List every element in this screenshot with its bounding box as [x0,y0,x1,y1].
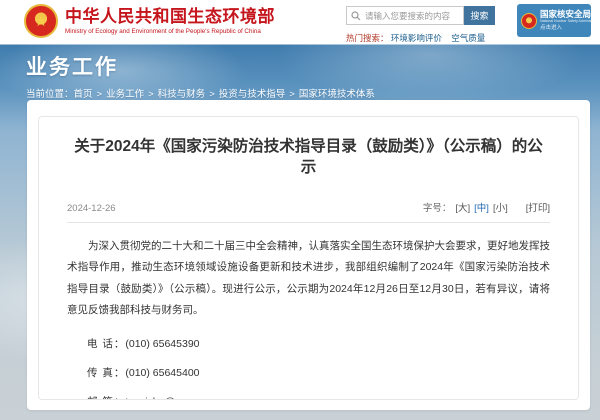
phone-value: (010) 65645390 [125,338,199,350]
breadcrumb-item-business[interactable]: 业务工作 [106,89,144,100]
font-size-tools: 字号：[大] [中] [小] [打印] [419,200,550,214]
article-meta-row: 2024-12-26 字号：[大] [中] [小] [打印] [67,200,550,223]
search-group: 搜索 热门搜索： 环境影响评价 空气质量 [346,6,496,44]
site-header: ★ 中华人民共和国生态环境部 Ministry of Ecology and E… [0,0,600,44]
breadcrumb-separator: > [209,89,215,100]
article-box: 关于2024年《国家污染防治技术指导目录（鼓励类）》（公示稿）的公示 2024-… [38,116,579,400]
contact-list: 电 话：(010) 65645390 传 真：(010) 65645400 邮 … [87,336,550,400]
breadcrumb-item-investment-guidance[interactable]: 投资与技术指导 [219,89,286,100]
nnsa-enter-label: 点击进入 [540,25,600,31]
national-emblem-icon: ★ [24,4,58,38]
search-icon [351,11,361,21]
breadcrumb-separator: > [289,89,295,100]
ministry-name-en: Ministry of Ecology and Environment of t… [65,28,271,35]
email-value: touzichu@mee.gov.cn [125,396,228,400]
phone-line: 电 话：(010) 65645390 [87,336,550,351]
email-label: 邮 箱： [87,396,125,400]
article-title: 关于2024年《国家污染防治技术指导目录（鼓励类）》（公示稿）的公示 [67,137,550,179]
print-button[interactable]: [打印] [526,203,550,214]
hot-search-label: 热门搜索： [346,33,389,43]
breadcrumb-separator: > [97,89,103,100]
content-card: 关于2024年《国家污染防治技术指导目录（鼓励类）》（公示稿）的公示 2024-… [27,100,590,410]
article-body: 为深入贯彻党的二十大和二十届三中全会精神，认真落实全国生态环境保护大会要求，更好… [67,236,550,322]
breadcrumb-item-tech-system[interactable]: 国家环境技术体系 [299,89,375,100]
hot-search-link-air[interactable]: 空气质量 [451,33,485,43]
search-button[interactable]: 搜索 [464,6,495,25]
nnsa-badge-link[interactable]: ★ 国家核安全局 National Nuclear Safety Adminis… [517,4,591,37]
font-size-label: 字号： [423,203,452,214]
ministry-logo-link[interactable]: ★ 中华人民共和国生态环境部 Ministry of Ecology and E… [24,4,275,38]
page-title: 业务工作 [26,51,118,81]
search-box [346,6,464,25]
email-line: 邮 箱：touzichu@mee.gov.cn [87,394,550,400]
fax-line: 传 真：(010) 65645400 [87,365,550,380]
hot-search-link-eia[interactable]: 环境影响评价 [391,33,442,43]
breadcrumb-separator: > [148,89,154,100]
breadcrumb-item-tech-finance[interactable]: 科技与财务 [158,89,206,100]
font-size-small-button[interactable]: [小] [493,203,508,214]
fax-value: (010) 65645400 [125,367,199,379]
fax-label: 传 真： [87,367,125,379]
phone-label: 电 话： [87,338,125,350]
font-size-medium-button[interactable]: [中] [474,203,489,214]
breadcrumb-label: 当前位置： [26,89,74,100]
hot-search-row: 热门搜索： 环境影响评价 空气质量 [346,32,496,44]
breadcrumb-item-home[interactable]: 首页 [74,89,93,100]
breadcrumb: 当前位置：首页>业务工作>科技与财务>投资与技术指导>国家环境技术体系 [26,86,375,100]
nnsa-emblem-icon: ★ [521,13,537,29]
nnsa-text: 国家核安全局 National Nuclear Safety Administr… [540,10,600,30]
article-date: 2024-12-26 [67,203,116,214]
search-input[interactable] [365,11,459,21]
font-size-large-button[interactable]: [大] [455,203,470,214]
ministry-name: 中华人民共和国生态环境部 [65,7,275,27]
ministry-title-block: 中华人民共和国生态环境部 Ministry of Ecology and Env… [65,7,275,36]
page: ★ 中华人民共和国生态环境部 Ministry of Ecology and E… [0,0,600,420]
nnsa-subtitle: National Nuclear Safety Administration [540,20,600,24]
